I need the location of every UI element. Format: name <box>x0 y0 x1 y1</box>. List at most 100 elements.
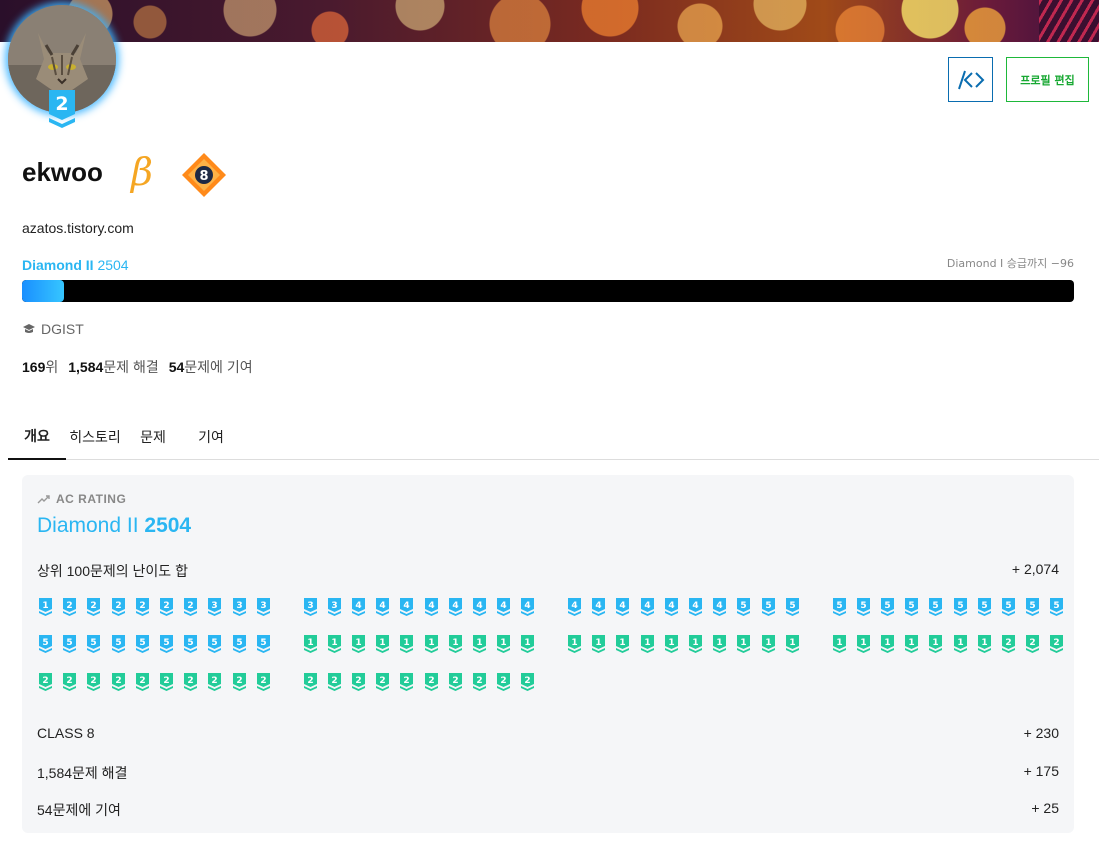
tab-overview[interactable]: 개요 <box>8 413 66 460</box>
problem-tier-badge[interactable]: 2 <box>448 672 463 691</box>
tab-history[interactable]: 히스토리 <box>66 413 124 460</box>
problem-tier-badge[interactable]: 2 <box>62 672 77 691</box>
problem-tier-badge[interactable]: 5 <box>953 597 968 616</box>
problem-tier-badge[interactable]: 5 <box>1001 597 1016 616</box>
problem-tier-badge[interactable]: 2 <box>496 672 511 691</box>
tab-contributions[interactable]: 기여 <box>182 413 240 460</box>
problem-tier-badge[interactable]: 2 <box>303 672 318 691</box>
problem-tier-badge[interactable]: 2 <box>111 597 126 616</box>
problem-tier-badge[interactable]: 2 <box>159 597 174 616</box>
problem-tier-badge[interactable]: 1 <box>567 634 582 653</box>
problem-tier-badge[interactable]: 4 <box>448 597 463 616</box>
problem-tier-badge[interactable]: 1 <box>448 634 463 653</box>
problem-tier-badge[interactable]: 2 <box>38 672 53 691</box>
problem-tier-badge[interactable]: 2 <box>159 672 174 691</box>
problem-tier-badge[interactable]: 2 <box>183 672 198 691</box>
problem-tier-badge[interactable]: 1 <box>928 634 943 653</box>
problem-tier-badge[interactable]: 1 <box>472 634 487 653</box>
problem-tier-badge[interactable]: 2 <box>135 597 150 616</box>
problem-tier-badge[interactable]: 3 <box>303 597 318 616</box>
problem-tier-badge[interactable]: 5 <box>928 597 943 616</box>
contrib-stat[interactable]: 54문제에 기여 <box>169 357 253 377</box>
problem-tier-badge[interactable]: 1 <box>856 634 871 653</box>
problem-tier-badge[interactable]: 4 <box>375 597 390 616</box>
problem-tier-badge[interactable]: 4 <box>688 597 703 616</box>
problem-tier-badge[interactable]: 1 <box>327 634 342 653</box>
problem-tier-badge[interactable]: 1 <box>953 634 968 653</box>
problem-tier-badge[interactable]: 5 <box>207 634 222 653</box>
problem-tier-badge[interactable]: 4 <box>351 597 366 616</box>
problem-tier-badge[interactable]: 4 <box>520 597 535 616</box>
problem-tier-badge[interactable]: 4 <box>712 597 727 616</box>
problem-tier-badge[interactable]: 2 <box>183 597 198 616</box>
problem-tier-badge[interactable]: 1 <box>303 634 318 653</box>
problem-tier-badge[interactable]: 2 <box>111 672 126 691</box>
problem-tier-badge[interactable]: 4 <box>424 597 439 616</box>
problem-tier-badge[interactable]: 1 <box>591 634 606 653</box>
problem-tier-badge[interactable]: 4 <box>567 597 582 616</box>
problem-tier-badge[interactable]: 2 <box>472 672 487 691</box>
problem-tier-badge[interactable]: 2 <box>1049 634 1064 653</box>
problem-tier-badge[interactable]: 4 <box>399 597 414 616</box>
problem-tier-badge[interactable]: 2 <box>1025 634 1040 653</box>
problem-tier-badge[interactable]: 5 <box>904 597 919 616</box>
problem-tier-badge[interactable]: 4 <box>472 597 487 616</box>
problem-tier-badge[interactable]: 5 <box>159 634 174 653</box>
problem-tier-badge[interactable]: 2 <box>399 672 414 691</box>
problem-tier-badge[interactable]: 1 <box>399 634 414 653</box>
problem-tier-badge[interactable]: 1 <box>424 634 439 653</box>
problem-tier-badge[interactable]: 1 <box>904 634 919 653</box>
problem-tier-badge[interactable]: 1 <box>688 634 703 653</box>
problem-tier-badge[interactable]: 5 <box>856 597 871 616</box>
problem-tier-badge[interactable]: 2 <box>207 672 222 691</box>
problem-tier-badge[interactable]: 1 <box>832 634 847 653</box>
problem-tier-badge[interactable]: 3 <box>327 597 342 616</box>
problem-tier-badge[interactable]: 4 <box>591 597 606 616</box>
organization[interactable]: DGIST <box>22 321 84 337</box>
problem-tier-badge[interactable]: 5 <box>1025 597 1040 616</box>
problem-tier-badge[interactable]: 5 <box>832 597 847 616</box>
tab-problems[interactable]: 문제 <box>124 413 182 460</box>
rank-stat[interactable]: 169위 <box>22 357 58 377</box>
problem-tier-badge[interactable]: 1 <box>640 634 655 653</box>
problem-tier-badge[interactable]: 5 <box>86 634 101 653</box>
problem-tier-badge[interactable]: 5 <box>785 597 800 616</box>
problem-tier-badge[interactable]: 5 <box>38 634 53 653</box>
problem-tier-badge[interactable]: 4 <box>664 597 679 616</box>
problem-tier-badge[interactable]: 2 <box>256 672 271 691</box>
problem-tier-badge[interactable]: 1 <box>977 634 992 653</box>
problem-tier-badge[interactable]: 1 <box>712 634 727 653</box>
problem-tier-badge[interactable]: 2 <box>351 672 366 691</box>
problem-tier-badge[interactable]: 2 <box>232 672 247 691</box>
problem-tier-badge[interactable]: 1 <box>761 634 776 653</box>
problem-tier-badge[interactable]: 2 <box>1001 634 1016 653</box>
problem-tier-badge[interactable]: 1 <box>375 634 390 653</box>
problem-tier-badge[interactable]: 2 <box>86 672 101 691</box>
problem-tier-badge[interactable]: 2 <box>375 672 390 691</box>
problem-tier-badge[interactable]: 1 <box>351 634 366 653</box>
problem-tier-badge[interactable]: 1 <box>880 634 895 653</box>
problem-tier-badge[interactable]: 3 <box>256 597 271 616</box>
problem-tier-badge[interactable]: 5 <box>256 634 271 653</box>
problem-tier-badge[interactable]: 5 <box>1049 597 1064 616</box>
problem-tier-badge[interactable]: 2 <box>62 597 77 616</box>
problem-tier-badge[interactable]: 5 <box>232 634 247 653</box>
problem-tier-badge[interactable]: 4 <box>640 597 655 616</box>
solved-stat[interactable]: 1,584문제 해결 <box>68 357 158 377</box>
problem-tier-badge[interactable]: 2 <box>520 672 535 691</box>
problem-tier-badge[interactable]: 1 <box>785 634 800 653</box>
problem-tier-badge[interactable]: 2 <box>424 672 439 691</box>
problem-tier-badge[interactable]: 5 <box>880 597 895 616</box>
problem-tier-badge[interactable]: 1 <box>664 634 679 653</box>
problem-tier-badge[interactable]: 4 <box>496 597 511 616</box>
problem-tier-badge[interactable]: 5 <box>183 634 198 653</box>
problem-tier-badge[interactable]: 2 <box>327 672 342 691</box>
problem-tier-badge[interactable]: 2 <box>135 672 150 691</box>
problem-tier-badge[interactable]: 5 <box>135 634 150 653</box>
problem-tier-badge[interactable]: 5 <box>111 634 126 653</box>
problem-tier-badge[interactable]: 1 <box>38 597 53 616</box>
problem-tier-badge[interactable]: 1 <box>520 634 535 653</box>
edit-profile-button[interactable]: 프로필 편집 <box>1006 57 1089 102</box>
problem-tier-badge[interactable]: 5 <box>62 634 77 653</box>
problem-tier-badge[interactable]: 4 <box>615 597 630 616</box>
